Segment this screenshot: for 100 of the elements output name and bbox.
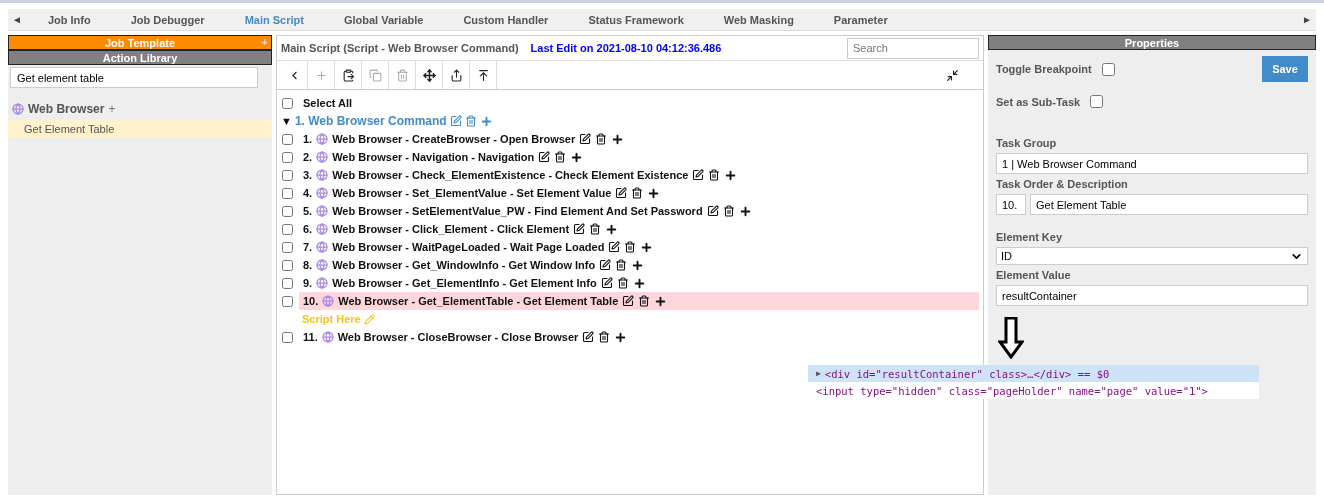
trash-icon[interactable]: [615, 259, 628, 271]
task-label: Web Browser - CloseBrowser - Close Browser: [337, 331, 579, 343]
edit-icon[interactable]: [706, 205, 719, 217]
add-button[interactable]: +: [108, 102, 116, 116]
trash-icon[interactable]: [708, 169, 721, 181]
trash-icon[interactable]: [631, 187, 644, 199]
task-label: Web Browser - WaitPageLoaded - Wait Page Loaded: [332, 241, 605, 253]
save-button[interactable]: Save: [1262, 56, 1308, 82]
trash-icon[interactable]: [722, 205, 735, 217]
task-number: 6.: [303, 223, 313, 235]
field-label: Toggle Breakpoint: [996, 63, 1092, 75]
panel-title: Main Script (Script - Web Browser Command): [281, 42, 519, 54]
properties-header: Properties: [988, 35, 1316, 50]
edit-icon[interactable]: [622, 295, 635, 307]
edit-icon[interactable]: [615, 187, 628, 199]
tree-item[interactable]: Web Browser: [28, 102, 105, 116]
globe-icon: [316, 205, 329, 217]
share-icon: [449, 68, 463, 82]
task-number: 3.: [303, 169, 313, 181]
trash-icon[interactable]: [616, 277, 629, 289]
checkbox[interactable]: [1090, 95, 1104, 108]
trash-icon[interactable]: [624, 241, 637, 253]
checkbox[interactable]: [282, 241, 293, 253]
checkbox[interactable]: [282, 223, 293, 235]
edit-icon[interactable]: [582, 331, 595, 343]
task-label: Web Browser - SetElementValue_PW - Find Element And Set Password: [332, 205, 703, 217]
input-field[interactable]: resultContainer: [996, 285, 1308, 306]
plus-icon[interactable]: [570, 150, 584, 164]
checkbox[interactable]: [1101, 62, 1115, 76]
edit-icon[interactable]: [538, 151, 551, 163]
expand-toggle[interactable]: ▶: [816, 369, 821, 378]
input-field[interactable]: 10.: [996, 194, 1026, 215]
trash-icon[interactable]: [554, 151, 567, 163]
tree-item[interactable]: Get Element Table: [8, 120, 272, 138]
checkbox[interactable]: [282, 169, 293, 181]
checkbox[interactable]: [282, 205, 293, 217]
collapse-icon[interactable]: [946, 68, 959, 82]
edit-icon[interactable]: [600, 277, 613, 289]
globe-icon: [316, 259, 329, 271]
action-library-header[interactable]: Action Library: [8, 50, 272, 65]
trash-icon[interactable]: [595, 133, 608, 145]
edit-icon[interactable]: [599, 259, 612, 271]
checkbox[interactable]: [282, 277, 293, 289]
task-number: 1.: [303, 133, 313, 145]
group-title[interactable]: 1. Web Browser Command: [294, 114, 447, 128]
task-label: Web Browser - Set_ElementValue - Set Element Value: [332, 187, 612, 199]
checkbox[interactable]: [282, 259, 293, 271]
plus-icon[interactable]: [632, 276, 646, 290]
plus-icon[interactable]: [611, 132, 625, 146]
checkbox[interactable]: [282, 151, 293, 163]
globe-icon: [322, 295, 335, 307]
top-icon: [476, 68, 490, 82]
task-number: 8.: [303, 259, 313, 271]
checkbox[interactable]: [282, 187, 293, 199]
plus-icon: [314, 68, 328, 82]
field-label: Task Order & Description: [996, 178, 1129, 190]
task-label: Web Browser - Navigation - Navigation: [332, 151, 535, 163]
plus-icon[interactable]: [614, 330, 628, 344]
task-label: Web Browser - Click_Element - Click Element: [332, 223, 570, 235]
last-edit-text: Last Edit on 2021-08-10 04:12:36.486: [530, 42, 723, 54]
task-number: 5.: [303, 205, 313, 217]
task-number: 9.: [303, 277, 313, 289]
plus-icon[interactable]: [738, 204, 752, 218]
edit-icon[interactable]: [573, 223, 586, 235]
plus-icon[interactable]: [631, 258, 645, 272]
trash-icon[interactable]: [589, 223, 602, 235]
tab[interactable]: Web Masking: [723, 13, 794, 26]
dropdown[interactable]: ID: [996, 247, 1308, 265]
tab[interactable]: Custom Handler: [463, 13, 549, 26]
input-field[interactable]: 1 | Web Browser Command: [996, 153, 1308, 174]
checkbox[interactable]: [282, 331, 293, 343]
plus-icon[interactable]: [647, 186, 661, 200]
edit-icon[interactable]: [692, 169, 705, 181]
tab[interactable]: Parameter: [833, 13, 888, 26]
search-field[interactable]: Get element table: [10, 67, 258, 88]
plus-icon[interactable]: [724, 168, 738, 182]
globe-icon: [316, 277, 329, 289]
edit-icon[interactable]: [608, 241, 621, 253]
edit-icon[interactable]: [579, 133, 592, 145]
tab[interactable]: Status Framework: [588, 13, 684, 26]
plus-icon[interactable]: [605, 222, 619, 236]
checkbox[interactable]: [282, 97, 293, 109]
trash-icon[interactable]: [598, 331, 611, 343]
tab[interactable]: Job Debugger: [130, 13, 205, 26]
scroll-left-button[interactable]: ◄: [12, 14, 22, 25]
collapse-toggle[interactable]: ▼: [281, 115, 292, 127]
search-field[interactable]: Search: [847, 37, 979, 59]
trash-icon[interactable]: [638, 295, 651, 307]
scroll-right-button[interactable]: ►: [1302, 14, 1312, 25]
checkbox[interactable]: [282, 295, 293, 307]
tab[interactable]: Global Variable: [343, 13, 424, 26]
task-row[interactable]: 10. Web Browser - Get_ElementTable - Get Element Table: [299, 292, 979, 310]
plus-icon[interactable]: [654, 294, 668, 308]
plus-icon[interactable]: [640, 240, 654, 254]
input-field[interactable]: Get Element Table: [1030, 194, 1308, 215]
checkbox[interactable]: [282, 133, 293, 145]
code-line: <div id="resultContainer" class>…</div> == $0: [824, 367, 1110, 380]
move-icon: [422, 68, 436, 82]
tab[interactable]: Job Info: [47, 13, 91, 26]
globe-icon: [316, 187, 329, 199]
